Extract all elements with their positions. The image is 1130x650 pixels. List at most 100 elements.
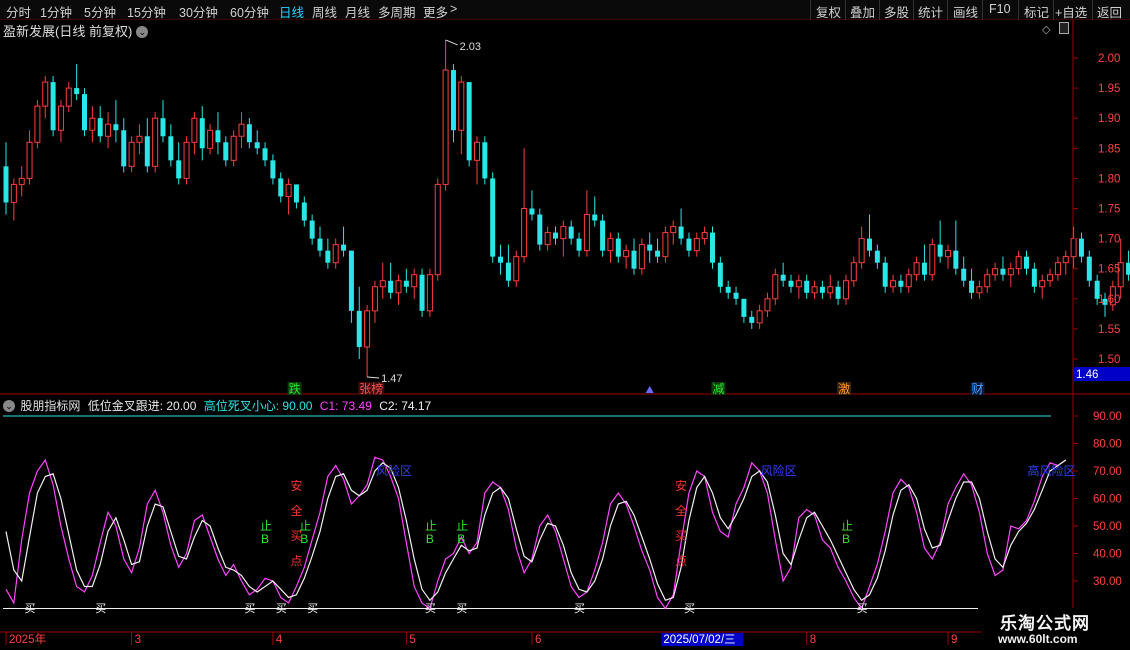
event-tag[interactable]: 财 xyxy=(970,382,985,396)
candle xyxy=(57,100,64,143)
candle-body xyxy=(576,238,582,251)
candle-body xyxy=(505,262,511,281)
candle xyxy=(183,136,190,185)
candle-body xyxy=(819,286,825,293)
window-toggle-icon[interactable] xyxy=(1059,22,1069,34)
candle-body xyxy=(215,130,221,143)
candle-body xyxy=(811,286,818,294)
event-tag[interactable]: 跌 xyxy=(287,381,302,396)
candle xyxy=(804,274,810,299)
candle-body xyxy=(890,280,897,288)
candle-body xyxy=(199,118,205,149)
candle xyxy=(521,148,528,263)
candle xyxy=(152,112,159,173)
event-tag[interactable]: 减 xyxy=(711,382,726,396)
chevron-down-icon[interactable]: ⌄ xyxy=(3,400,15,412)
stop-b-line1: 止 xyxy=(456,519,468,533)
candle xyxy=(379,262,386,299)
candle xyxy=(426,268,433,317)
candle xyxy=(678,208,684,245)
price-tick-label: 1.65 xyxy=(1098,264,1120,276)
candle xyxy=(733,286,739,305)
candle xyxy=(364,304,371,378)
candle-body xyxy=(285,183,292,197)
candle-body xyxy=(379,280,386,288)
candle xyxy=(113,100,119,143)
candle xyxy=(371,280,378,323)
candle-body xyxy=(929,244,936,276)
candle-body xyxy=(1078,238,1084,257)
candle xyxy=(961,256,967,287)
diamond-icon[interactable]: ◇ xyxy=(1042,23,1050,36)
candle xyxy=(223,136,229,167)
event-tag[interactable]: 激 xyxy=(837,382,852,396)
candle xyxy=(215,112,221,155)
candle-body xyxy=(270,160,276,179)
candle xyxy=(262,142,268,167)
price-tick-label: 1.75 xyxy=(1098,204,1120,216)
candle-body xyxy=(693,238,700,252)
candle xyxy=(1054,256,1061,281)
candle-body xyxy=(458,81,465,131)
price-tick-label: 1.50 xyxy=(1098,354,1120,366)
candle-body xyxy=(82,94,87,131)
candle-body xyxy=(34,105,41,143)
chevron-down-icon[interactable]: ⌄ xyxy=(136,26,149,38)
candle-body xyxy=(254,142,260,149)
buy-label: 买 xyxy=(307,602,318,615)
candle xyxy=(513,250,520,287)
buy-label: 买 xyxy=(25,602,36,615)
cursor-date-label: 2025/07/02/三 xyxy=(663,634,735,646)
indicator-name[interactable]: 股朋指标网 xyxy=(20,399,80,413)
candle xyxy=(992,262,999,281)
stock-title: 盈新发展(日线 前复权) xyxy=(3,24,133,39)
candle-body xyxy=(913,262,920,276)
candle xyxy=(403,268,409,293)
buy-label: 买 xyxy=(857,602,868,615)
indicator-tick-label: 50.00 xyxy=(1093,521,1122,533)
candle xyxy=(976,280,983,299)
candle xyxy=(10,178,17,221)
chart-area[interactable]: 2.031.47跌 张榜减激财 买买买买买买买买买买止B止B止B止B止B安全买点安… xyxy=(0,0,1130,650)
candle xyxy=(984,268,991,293)
event-tag[interactable]: 张榜 xyxy=(358,381,385,396)
indicator-tick-label: 70.00 xyxy=(1093,466,1122,478)
candle xyxy=(1126,250,1130,281)
buy-label: 买 xyxy=(425,602,436,615)
candle-body xyxy=(65,87,72,107)
candle xyxy=(607,232,614,263)
candle xyxy=(3,142,9,215)
candle-body xyxy=(278,178,284,197)
time-tick-label: 3 xyxy=(135,634,141,646)
candle xyxy=(1000,256,1006,281)
candle xyxy=(388,262,394,299)
candle xyxy=(615,232,621,263)
candle xyxy=(568,220,574,245)
stop-b-line1: 止 xyxy=(425,519,437,533)
indicator-tick-label: 90.00 xyxy=(1093,411,1122,423)
candle xyxy=(858,226,865,269)
candle xyxy=(50,76,56,137)
candle xyxy=(97,106,103,143)
candle-body xyxy=(74,88,80,95)
chart-title[interactable]: 盈新发展(日线 前复权) ⌄ xyxy=(3,21,149,40)
candle-body xyxy=(1126,262,1130,275)
candle xyxy=(419,268,425,317)
candle xyxy=(898,274,904,293)
candle xyxy=(1007,262,1014,287)
risk-zone-label: 风险区 xyxy=(761,463,797,478)
candle-body xyxy=(42,81,49,107)
candle-body xyxy=(725,286,731,293)
watermark-title: 乐淘公式网 xyxy=(1000,614,1090,633)
candle xyxy=(238,112,245,149)
candle-body xyxy=(631,250,637,269)
candle-body xyxy=(1039,280,1046,288)
candle xyxy=(638,238,645,275)
candle xyxy=(317,226,323,257)
candle-body xyxy=(395,280,402,294)
candle xyxy=(772,268,779,305)
candle xyxy=(230,130,237,167)
candle-body xyxy=(921,262,927,275)
candle-body xyxy=(113,124,119,131)
candle-body xyxy=(144,136,150,167)
